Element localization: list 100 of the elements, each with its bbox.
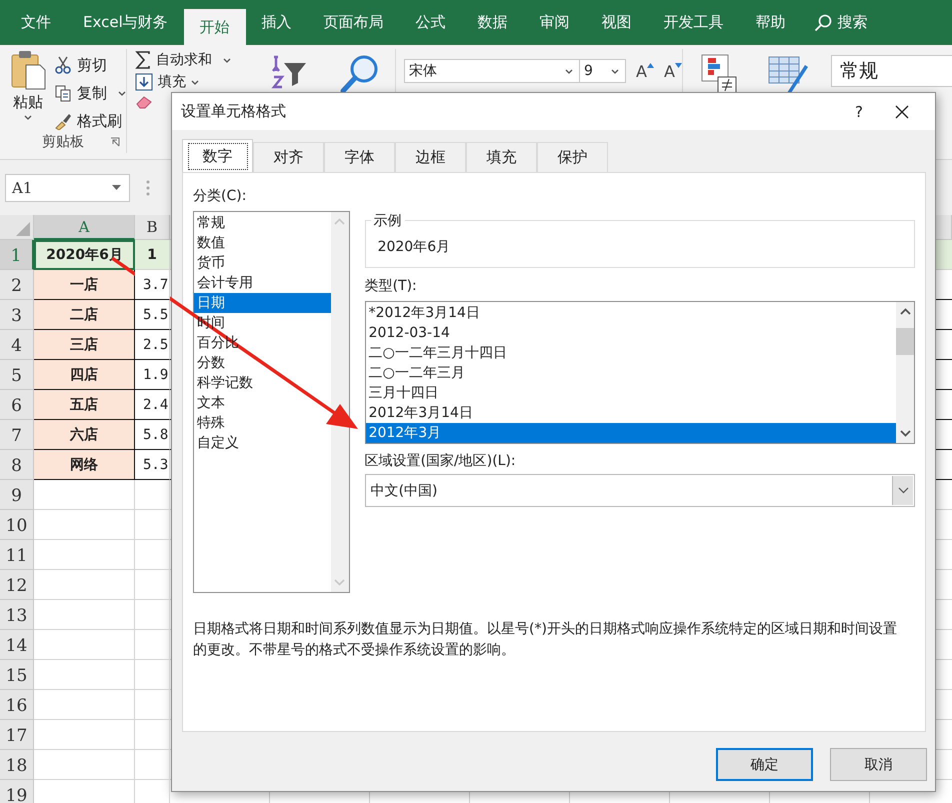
row-header[interactable]: 7	[0, 420, 34, 450]
cut-button[interactable]: 剪切	[54, 53, 126, 77]
row-header[interactable]: 4	[0, 330, 34, 360]
row-header[interactable]: 16	[0, 690, 34, 720]
column-header[interactable]: A	[34, 215, 135, 240]
font-name-dropdown[interactable]: 宋体	[404, 59, 580, 83]
font-size-dropdown[interactable]: 9	[580, 59, 626, 83]
list-item[interactable]: 会计专用	[194, 273, 331, 293]
field-label: 区域设置(国家/地区)(L):	[364, 452, 517, 471]
table-cell: 5.8	[135, 420, 170, 450]
fill-button[interactable]: 填充	[135, 71, 255, 93]
list-item[interactable]: 特殊	[194, 413, 331, 433]
scroll-thumb[interactable]	[896, 328, 914, 355]
table-cell	[135, 600, 170, 630]
list-item[interactable]: 三月十四日	[366, 383, 896, 403]
row-header[interactable]: 2	[0, 270, 34, 300]
list-item[interactable]: *2012年3月14日	[366, 303, 896, 323]
dialog-tab[interactable]: 保护	[537, 142, 608, 172]
caret-icon	[565, 68, 573, 74]
dialog-tab[interactable]: 边框	[395, 142, 466, 172]
list-item[interactable]: 二○一二年三月十四日	[366, 343, 896, 363]
dialog-tab[interactable]: 填充	[466, 142, 537, 172]
table-cell	[135, 510, 170, 540]
dialog-launcher-icon	[110, 137, 120, 147]
row-header[interactable]: 6	[0, 390, 34, 420]
paintbrush-icon	[54, 112, 72, 130]
table-cell: 1.9	[135, 360, 170, 390]
row-header[interactable]: 5	[0, 360, 34, 390]
table-cell: 四店	[34, 360, 135, 390]
ribbon-tab[interactable]: 插入	[246, 0, 308, 45]
table-cell: 三店	[34, 330, 135, 360]
format-painter-button[interactable]: 格式刷	[54, 109, 126, 133]
ribbon-tab[interactable]: 视图	[586, 0, 648, 45]
close-icon	[895, 104, 909, 118]
ribbon-tab[interactable]: 开始	[184, 9, 246, 45]
list-item[interactable]: 二○一二年三月	[366, 363, 896, 383]
list-item[interactable]: 数值	[194, 233, 331, 253]
table-cell	[135, 570, 170, 600]
scrollbar[interactable]	[330, 212, 349, 592]
table-cell	[135, 480, 170, 510]
eraser-icon	[135, 95, 153, 109]
list-item[interactable]: 自定义	[194, 433, 331, 453]
list-item[interactable]: 科学记数	[194, 373, 331, 393]
ribbon-tab[interactable]: 审阅	[524, 0, 586, 45]
row-header[interactable]: 14	[0, 630, 34, 660]
shrink-font-button[interactable]: A	[664, 62, 682, 80]
table-cell: 五店	[34, 390, 135, 420]
dialog-tab[interactable]: 对齐	[253, 142, 324, 172]
locale-dropdown[interactable]: 中文(中国)	[364, 474, 915, 507]
ribbon-tab[interactable]: 公式	[400, 0, 462, 45]
row-header[interactable]: 10	[0, 510, 34, 540]
ribbon-tab[interactable]: 数据	[462, 0, 524, 45]
grip-icon	[146, 180, 150, 196]
list-item[interactable]: 2012年3月14日	[366, 403, 896, 423]
table-cell: 1	[135, 240, 170, 270]
name-box[interactable]: A1	[5, 174, 130, 202]
cancel-button[interactable]: 取消	[830, 748, 927, 781]
ribbon-tab[interactable]: 页面布局	[308, 0, 400, 45]
row-header[interactable]: 8	[0, 450, 34, 480]
row-header[interactable]: 15	[0, 660, 34, 690]
ribbon-tab[interactable]: 文件	[5, 0, 67, 45]
ribbon-tab[interactable]: Excel与财务	[67, 0, 184, 45]
dialog-tab[interactable]: 数字	[182, 139, 253, 172]
column-header[interactable]: B	[135, 215, 170, 240]
row-header[interactable]: 17	[0, 720, 34, 750]
scroll-down-icon	[334, 579, 346, 586]
list-item[interactable]: 文本	[194, 393, 331, 413]
list-item[interactable]: 2012-03-14	[366, 323, 896, 343]
row-header[interactable]: 9	[0, 480, 34, 510]
row-header[interactable]: 3	[0, 300, 34, 330]
dialog-tab[interactable]: 字体	[324, 142, 395, 172]
paste-button[interactable]: 粘贴	[8, 49, 48, 133]
search-button[interactable]: 搜索	[802, 0, 880, 45]
autosum-button[interactable]: 自动求和	[135, 49, 255, 71]
field-label: 分类(C):	[193, 187, 248, 206]
row-header[interactable]: 11	[0, 540, 34, 570]
grow-font-button[interactable]: A	[636, 62, 654, 80]
row-header[interactable]: 12	[0, 570, 34, 600]
help-button[interactable]: ?	[839, 102, 879, 120]
ribbon-tab[interactable]: 帮助	[740, 0, 802, 45]
list-item[interactable]: 货币	[194, 253, 331, 273]
scrollbar[interactable]	[896, 302, 914, 443]
row-header[interactable]: 19	[0, 780, 34, 803]
type-list[interactable]: *2012年3月14日 2012-03-14 二○一二年三月十四日 二○一二年三月 三月十四日 2012年3月14日 2012年3月	[364, 301, 915, 444]
list-item[interactable]: 分数	[194, 353, 331, 373]
row-header[interactable]: 18	[0, 750, 34, 780]
table-cell	[135, 540, 170, 570]
table-cell: 5.3	[135, 450, 170, 480]
row-header[interactable]: 13	[0, 600, 34, 630]
list-item[interactable]: 日期	[194, 293, 331, 313]
caret-up-icon	[646, 62, 654, 68]
list-item[interactable]: 2012年3月	[366, 423, 896, 443]
row-header[interactable]: 1	[0, 240, 34, 270]
number-format-dropdown[interactable]: 常规	[830, 55, 952, 87]
ok-button[interactable]: 确定	[716, 748, 813, 781]
ribbon-tab[interactable]: 开发工具	[648, 0, 740, 45]
table-cell: 一店	[34, 270, 135, 300]
fill-down-icon	[135, 73, 153, 91]
copy-button[interactable]: 复制	[54, 81, 126, 105]
list-item[interactable]: 常规	[194, 213, 331, 233]
